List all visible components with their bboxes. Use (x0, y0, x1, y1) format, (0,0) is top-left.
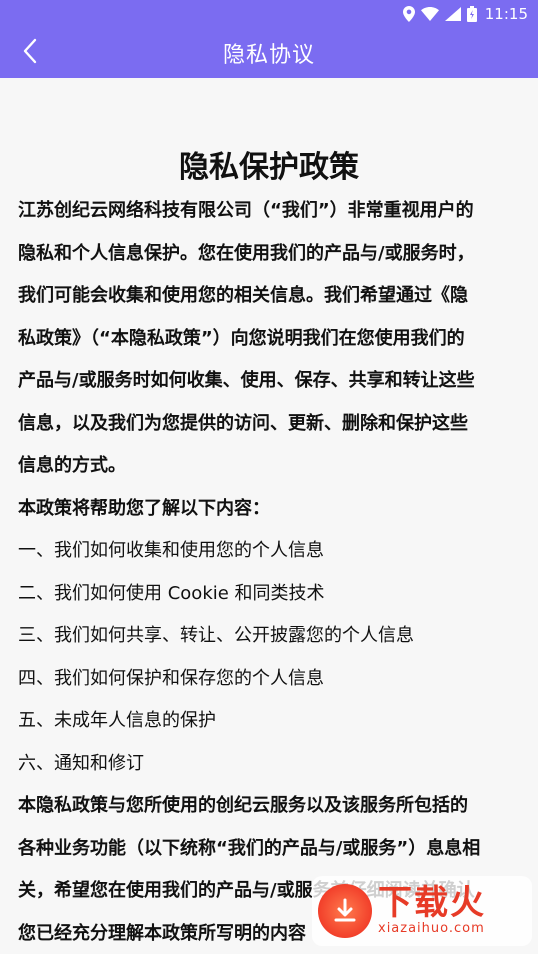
page-title: 隐私协议 (222, 43, 315, 68)
chevron-left-icon (22, 38, 38, 68)
watermark-url: xiazaihuo.com (378, 921, 485, 936)
intro-line: 隐私和个人信息保护。您在使用我们的产品与/或服务时， (18, 242, 475, 264)
download-icon (318, 884, 372, 938)
app-bar: 隐私协议 (0, 28, 538, 78)
intro-line: 信息的方式。 (18, 455, 126, 476)
intro-line: 产品与/或服务时如何收集、使用、保存、共享和转让这些 (18, 370, 475, 391)
toc-heading: 本政策将帮助您了解以下内容： (18, 497, 270, 519)
toc-item: 三、我们如何共享、转让、公开披露您的个人信息 (18, 625, 414, 646)
toc-item: 四、我们如何保护和保存您的个人信息 (18, 667, 324, 689)
document-title: 隐私保护政策 (179, 150, 359, 185)
policy-content[interactable]: 隐私保护政策 江苏创纪云网络科技有限公司（“我们”）非常重视用户的 隐私和个人信… (0, 78, 538, 954)
status-icons (402, 6, 477, 22)
closing-line: 本隐私政策与您所使用的创纪云服务以及该服务所包括的 (18, 795, 468, 816)
intro-line: 私政策》（“本隐私政策”）向您说明我们在您使用我们的 (18, 327, 465, 349)
toc-item: 二、我们如何使用 Cookie 和同类技术 (18, 582, 325, 604)
toc-item: 五、未成年人信息的保护 (18, 710, 216, 731)
status-bar: 11:15 (0, 0, 538, 28)
intro-paragraph: 江苏创纪云网络科技有限公司（“我们”）非常重视用户的 隐私和个人信息保护。您在使… (18, 190, 520, 488)
wifi-icon (420, 7, 439, 21)
toc-item: 六、通知和修订 (18, 752, 144, 774)
back-button[interactable] (10, 28, 50, 78)
closing-line: 各种业务功能（以下统称“我们的产品与/或服务”）息息相 (18, 837, 481, 859)
watermark-text: 下载火 xiazaihuo.com (378, 885, 486, 937)
toc-item: 一、我们如何收集和使用您的个人信息 (18, 540, 324, 561)
intro-line: 信息，以及我们为您提供的访问、更新、删除和保护这些 (18, 412, 468, 434)
intro-line: 我们可能会收集和使用您的相关信息。我们希望通过《隐 (18, 285, 468, 306)
toc-list: 一、我们如何收集和使用您的个人信息 二、我们如何使用 Cookie 和同类技术 … (18, 530, 520, 785)
battery-icon (466, 6, 477, 22)
location-icon (402, 6, 415, 22)
intro-line: 江苏创纪云网络科技有限公司（“我们”）非常重视用户的 (18, 200, 474, 221)
signal-icon (444, 7, 461, 21)
watermark: 下载火 xiazaihuo.com (312, 876, 532, 946)
watermark-brand: 下载火 (378, 883, 486, 923)
status-time: 11:15 (484, 5, 528, 23)
